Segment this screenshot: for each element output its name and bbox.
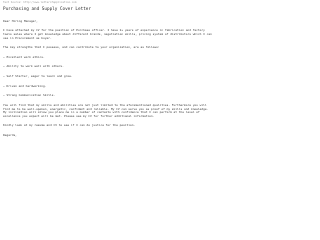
page-title: Purchasing and Supply Cover Letter <box>3 6 91 12</box>
strength-item: ~ Excellent work ethics. <box>3 54 45 59</box>
salutation: Dear Hiring Manager, <box>3 18 38 23</box>
text-source-line: Text Source: http://www.letterofapplicat… <box>3 1 77 4</box>
strength-item: ~ Strong Communication Skills. <box>3 93 56 98</box>
closing-paragraph: Kindly look at my resume and CV to see i… <box>3 123 136 128</box>
strengths-intro: The key strengths that I possess, and ca… <box>3 45 160 50</box>
sign-off: Regards, <box>3 132 17 137</box>
letter-body: Dear Hiring Manager, I have attached my … <box>3 18 213 138</box>
intro-paragraph: I have attached my CV for the position o… <box>3 28 212 40</box>
cover-letter-page: Text Source: http://www.letterofapplicat… <box>3 1 213 144</box>
skills-paragraph: You will find that my skills and abiliti… <box>3 103 209 118</box>
strength-item: ~ Self Starter, eager to learn and grow. <box>3 74 73 79</box>
strength-item: ~ Ability to work well with others. <box>3 64 64 69</box>
strength-item: ~ Driven and hardworking. <box>3 83 47 88</box>
